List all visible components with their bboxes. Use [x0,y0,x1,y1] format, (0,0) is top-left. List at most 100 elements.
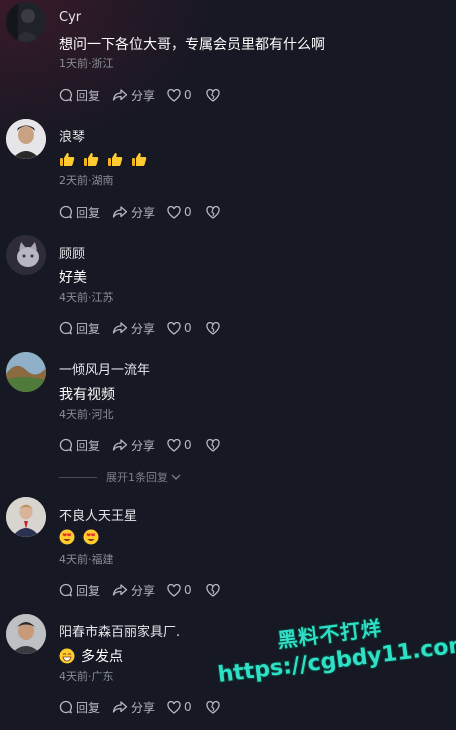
like-button[interactable]: 0 [167,205,192,219]
share-icon [112,322,128,334]
comment-meta: 4天前·广东 [59,670,114,683]
avatar[interactable] [6,119,46,159]
share-icon [112,584,128,596]
share-icon [112,439,128,451]
share-button[interactable]: 分享 [112,582,155,599]
cat-avatar-icon [6,235,46,275]
man-avatar-icon [6,614,46,654]
share-button[interactable]: 分享 [112,320,155,337]
comment-text: 想问一下各位大哥，专属会员里都有什么啊 [59,37,325,53]
comment-text: 多发点 [81,649,123,665]
like-count: 0 [184,700,192,714]
dislike-button[interactable] [206,700,223,714]
comment-actions: 回复 分享 0 [59,581,235,599]
reply-icon [59,700,72,714]
share-button[interactable]: 分享 [112,699,155,716]
comment-meta: 2天前·湖南 [59,174,114,187]
like-count: 0 [184,205,192,219]
share-button[interactable]: 分享 [112,437,155,454]
comment-actions: 回复 分享 0 [59,203,235,221]
reply-label: 回复 [76,88,101,103]
dislike-button[interactable] [206,438,223,452]
broken-heart-icon [206,438,220,452]
like-count: 0 [184,438,192,452]
like-count: 0 [184,321,192,335]
share-icon [112,701,128,713]
avatar[interactable] [6,352,46,392]
like-button[interactable]: 0 [167,700,192,714]
share-label: 分享 [131,205,156,220]
share-icon [112,89,128,101]
dislike-button[interactable] [206,88,223,102]
reply-button[interactable]: 回复 [59,320,100,337]
heart-eyes-icon [83,529,99,545]
avatar[interactable] [6,614,46,654]
comment-text: 我有视频 [59,387,115,403]
broken-heart-icon [206,700,220,714]
expand-replies-button[interactable]: 展开1条回复 [59,469,259,485]
reply-button[interactable]: 回复 [59,437,100,454]
heart-icon [167,583,181,597]
heart-eyes-icon [59,529,75,545]
share-button[interactable]: 分享 [112,87,155,104]
comment-emojis [59,529,99,545]
avatar[interactable] [6,497,46,537]
like-button[interactable]: 0 [167,88,192,102]
reply-button[interactable]: 回复 [59,699,100,716]
share-button[interactable]: 分享 [112,204,155,221]
comment-actions: 回复 分享 0 [59,436,235,454]
dislike-button[interactable] [206,583,223,597]
broken-heart-icon [206,321,220,335]
reply-label: 回复 [76,583,101,598]
thumbs-up-icon [107,151,123,167]
comment-emojis [59,151,147,167]
expand-replies-label: 展开1条回复 [106,471,168,484]
reply-icon [59,88,72,102]
username[interactable]: 一倾风月一流年 [59,359,150,378]
share-label: 分享 [131,88,156,103]
like-button[interactable]: 0 [167,438,192,452]
like-count: 0 [184,88,192,102]
landscape-avatar-icon [6,352,46,392]
dislike-button[interactable] [206,321,223,335]
grin-icon [59,648,75,664]
heart-icon [167,205,181,219]
share-label: 分享 [131,583,156,598]
watermark: 黑料不打烊 https://cgbdy11.com [213,604,456,702]
comment-meta: 4天前·福建 [59,553,114,566]
reply-label: 回复 [76,438,101,453]
reply-button[interactable]: 回复 [59,87,100,104]
comment-meta: 4天前·河北 [59,408,114,421]
comment-actions: 回复 分享 0 [59,86,235,104]
username[interactable]: 顾顾 [59,243,85,262]
reply-icon [59,438,72,452]
reply-button[interactable]: 回复 [59,204,100,221]
heart-icon [167,88,181,102]
dark-figure-avatar-icon [6,2,46,42]
comment-text: 好美 [59,270,87,286]
divider-line [59,476,97,478]
like-button[interactable]: 0 [167,321,192,335]
reply-label: 回复 [76,700,101,715]
like-button[interactable]: 0 [167,583,192,597]
reply-button[interactable]: 回复 [59,582,100,599]
broken-heart-icon [206,88,220,102]
comment-meta: 1天前·浙江 [59,57,114,70]
chevron-down-icon [171,474,181,480]
thumbs-up-icon [59,151,75,167]
username[interactable]: 阳春市森百丽家具厂. [59,621,180,640]
heart-icon [167,700,181,714]
username[interactable]: 不良人天王星 [59,505,137,524]
share-icon [112,206,128,218]
username[interactable]: Cyr [59,10,81,25]
heart-icon [167,438,181,452]
avatar[interactable] [6,2,46,42]
reply-icon [59,321,72,335]
share-label: 分享 [131,438,156,453]
avatar[interactable] [6,235,46,275]
username[interactable]: 浪琴 [59,126,85,145]
reply-label: 回复 [76,321,101,336]
share-label: 分享 [131,321,156,336]
reply-icon [59,205,72,219]
dislike-button[interactable] [206,205,223,219]
